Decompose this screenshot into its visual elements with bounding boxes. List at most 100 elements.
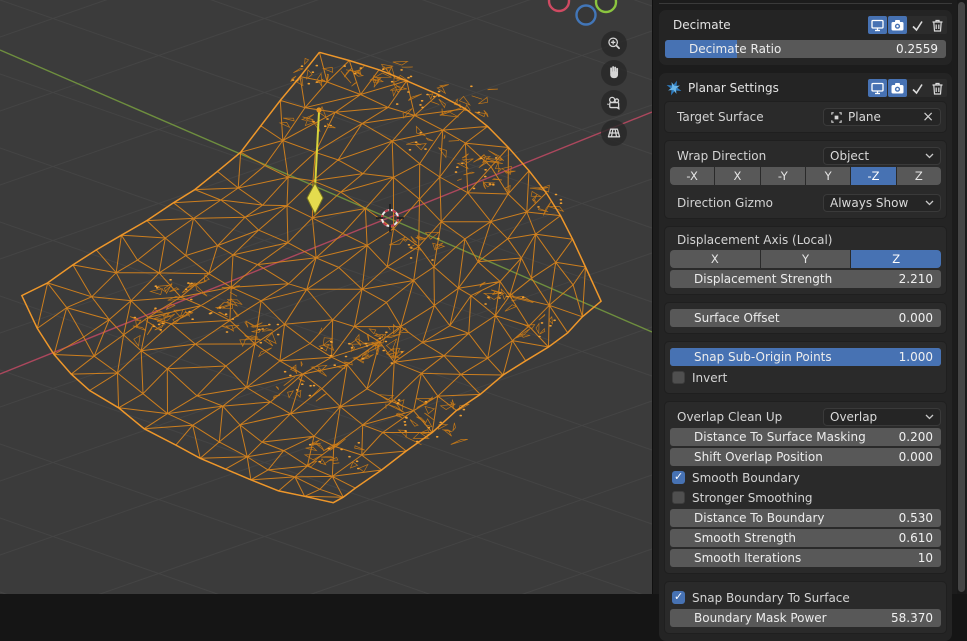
viewport-canvas[interactable] [0,0,652,594]
axis-gizmo [549,0,616,25]
decimate-apply-check-button[interactable] [908,16,927,34]
wrap-axis-neg-x-button[interactable]: -X [670,167,714,185]
planar-realtime-display-button[interactable] [868,79,887,97]
direction-gizmo-label: Direction Gizmo [670,196,823,210]
monitor-icon [870,18,885,33]
snap-boundary-label: Snap Boundary To Surface [692,591,850,605]
decimate-delete-button[interactable] [928,16,947,34]
wrap-axis-neg-y-button[interactable]: -Y [761,167,805,185]
wrap-axis-y-button[interactable]: Y [806,167,850,185]
decimate-panel: Decimate [659,10,952,65]
displacement-axis-z-button[interactable]: Z [851,250,941,268]
invert-checkbox[interactable] [672,371,685,384]
smooth-iterations-value: 10 [918,551,941,565]
target-surface-box: Target Surface Plane × [664,101,947,133]
stronger-smoothing-label: Stronger Smoothing [692,491,813,505]
smooth-boundary-checkbox[interactable] [672,471,685,484]
smooth-strength-label: Smooth Strength [670,531,899,545]
surface-offset-label: Surface Offset [670,311,899,325]
smooth-boundary-label: Smooth Boundary [692,471,800,485]
stronger-smoothing-checkbox[interactable] [672,491,685,504]
shift-overlap-value: 0.000 [899,450,941,464]
snap-boundary-box: Snap Boundary To Surface Boundary Mask P… [664,581,947,634]
camera-view-button[interactable] [601,90,627,116]
scrollbar-thumb[interactable] [958,2,965,592]
boundary-mask-label: Boundary Mask Power [670,611,891,625]
boundary-mask-value: 58.370 [891,611,941,625]
smooth-iterations-slider[interactable]: Smooth Iterations 10 [670,549,941,567]
snap-sub-origin-box: Snap Sub-Origin Points 1.000 Invert [664,341,947,394]
smooth-strength-slider[interactable]: Smooth Strength 0.610 [670,529,941,547]
target-surface-field[interactable]: Plane × [823,108,941,126]
monitor-icon [870,81,885,96]
panel-divider [659,3,952,4]
planar-apply-check-button[interactable] [908,79,927,97]
check-icon [910,81,925,96]
overlap-cleanup-dropdown[interactable]: Overlap [823,408,941,426]
displacement-axis-y-button[interactable]: Y [761,250,851,268]
displacement-box: Displacement Axis (Local) X Y Z Displace… [664,226,947,295]
decimate-realtime-display-button[interactable] [868,16,887,34]
wrap-direction-value: Object [830,149,869,163]
displacement-strength-slider[interactable]: Displacement Strength 2.210 [670,270,941,288]
displacement-axis-buttons: X Y Z [670,250,941,268]
trash-icon [930,18,945,33]
distance-boundary-label: Distance To Boundary [670,511,899,525]
direction-gizmo-value: Always Show [830,196,908,210]
chevron-down-icon [925,153,934,159]
decimate-ratio-label: Decimate Ratio [665,42,896,56]
displacement-axis-x-button[interactable]: X [670,250,760,268]
shift-overlap-slider[interactable]: Shift Overlap Position 0.000 [670,448,941,466]
wrap-direction-label: Wrap Direction [670,149,823,163]
zoom-icon [603,33,625,55]
decimate-ratio-slider[interactable]: Decimate Ratio 0.2559 [665,40,946,58]
planar-render-button[interactable] [888,79,907,97]
displacement-strength-label: Displacement Strength [670,272,899,286]
snap-boundary-checkbox[interactable] [672,591,685,604]
properties-editor: Decimate [652,0,967,594]
wrap-direction-box: Wrap Direction Object -X X -Y Y -Z Z [664,140,947,219]
decimate-ratio-value: 0.2559 [896,42,946,56]
decimated-mesh [22,52,601,502]
invert-label: Invert [692,371,727,385]
wrap-axis-x-button[interactable]: X [715,167,759,185]
3d-viewport[interactable] [0,0,652,594]
overlap-cleanup-label: Overlap Clean Up [670,410,823,424]
distance-surface-masking-label: Distance To Surface Masking [670,430,899,444]
displacement-axis-label: Displacement Axis (Local) [670,232,941,248]
trash-icon [930,81,945,96]
decimate-panel-title: Decimate [673,18,731,32]
decimate-render-button[interactable] [888,16,907,34]
smooth-strength-value: 0.610 [899,531,941,545]
hand-icon [603,62,625,84]
snap-sub-origin-slider[interactable]: Snap Sub-Origin Points 1.000 [670,348,941,366]
direction-gizmo-dropdown[interactable]: Always Show [823,194,941,212]
snap-sub-origin-label: Snap Sub-Origin Points [670,350,899,364]
chevron-down-icon [925,200,934,206]
overlap-cleanup-value: Overlap [830,410,877,424]
snap-sub-origin-value: 1.000 [899,350,941,364]
toggle-perspective-button[interactable] [601,120,627,146]
overlap-cleanup-box: Overlap Clean Up Overlap Distance To Sur… [664,401,947,574]
distance-surface-masking-slider[interactable]: Distance To Surface Masking 0.200 [670,428,941,446]
render-camera-icon [890,81,905,96]
wrap-axis-z-button[interactable]: Z [897,167,941,185]
planar-settings-panel: Planar Settings [659,73,952,641]
wrap-direction-dropdown[interactable]: Object [823,147,941,165]
planar-settings-icon [665,79,683,97]
boundary-mask-slider[interactable]: Boundary Mask Power 58.370 [670,609,941,627]
surface-offset-slider[interactable]: Surface Offset 0.000 [670,309,941,327]
pan-button[interactable] [601,60,627,86]
surface-offset-box: Surface Offset 0.000 [664,302,947,334]
wrap-axis-neg-z-button[interactable]: -Z [851,167,895,185]
chevron-down-icon [925,414,934,420]
surface-offset-value: 0.000 [899,311,941,325]
clear-target-button[interactable]: × [922,110,934,124]
grid-icon [603,122,625,144]
panel-scrollbar[interactable] [957,0,966,594]
planar-delete-button[interactable] [928,79,947,97]
zoom-button[interactable] [601,31,627,57]
blender-window: Decimate [0,0,967,594]
smooth-iterations-label: Smooth Iterations [670,551,918,565]
distance-boundary-slider[interactable]: Distance To Boundary 0.530 [670,509,941,527]
